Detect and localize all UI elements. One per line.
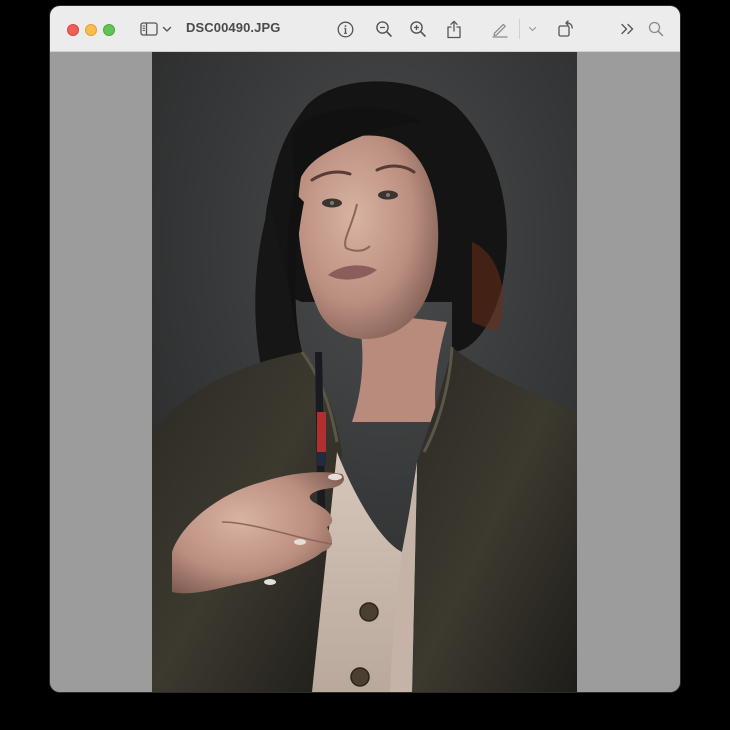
share-button[interactable]: [444, 19, 464, 39]
share-icon: [447, 20, 461, 38]
preview-window: DSC00490.JPG: [50, 6, 680, 692]
zoom-out-button[interactable]: [374, 19, 394, 39]
markup-button[interactable]: [490, 19, 510, 39]
document-title: DSC00490.JPG: [186, 20, 281, 35]
photo: [152, 52, 577, 692]
rotate-button[interactable]: [556, 19, 576, 39]
minimize-button[interactable]: [85, 24, 97, 36]
title-bar: DSC00490.JPG: [50, 6, 680, 52]
search-icon: [648, 21, 664, 37]
info-button[interactable]: [335, 19, 355, 39]
more-button[interactable]: [618, 19, 638, 39]
sidebar-toggle-icon: [140, 22, 158, 36]
portrait-image: [152, 52, 577, 692]
sidebar-toggle-button[interactable]: [139, 19, 159, 39]
image-canvas[interactable]: [50, 52, 680, 692]
close-button[interactable]: [67, 24, 79, 36]
toolbar-separator: [519, 19, 520, 39]
more-chevrons-icon: [621, 23, 634, 35]
chevron-down-icon: [162, 26, 172, 32]
markup-pen-icon: [492, 23, 508, 38]
info-icon: [337, 21, 353, 37]
rotate-icon: [558, 20, 573, 37]
zoom-in-icon: [410, 21, 426, 37]
search-button[interactable]: [646, 19, 666, 39]
sidebar-menu-button[interactable]: [161, 19, 173, 39]
zoom-button[interactable]: [103, 24, 115, 36]
zoom-out-icon: [376, 21, 392, 37]
zoom-in-button[interactable]: [408, 19, 428, 39]
chevron-down-icon: [528, 26, 536, 32]
markup-menu-button[interactable]: [526, 19, 538, 39]
